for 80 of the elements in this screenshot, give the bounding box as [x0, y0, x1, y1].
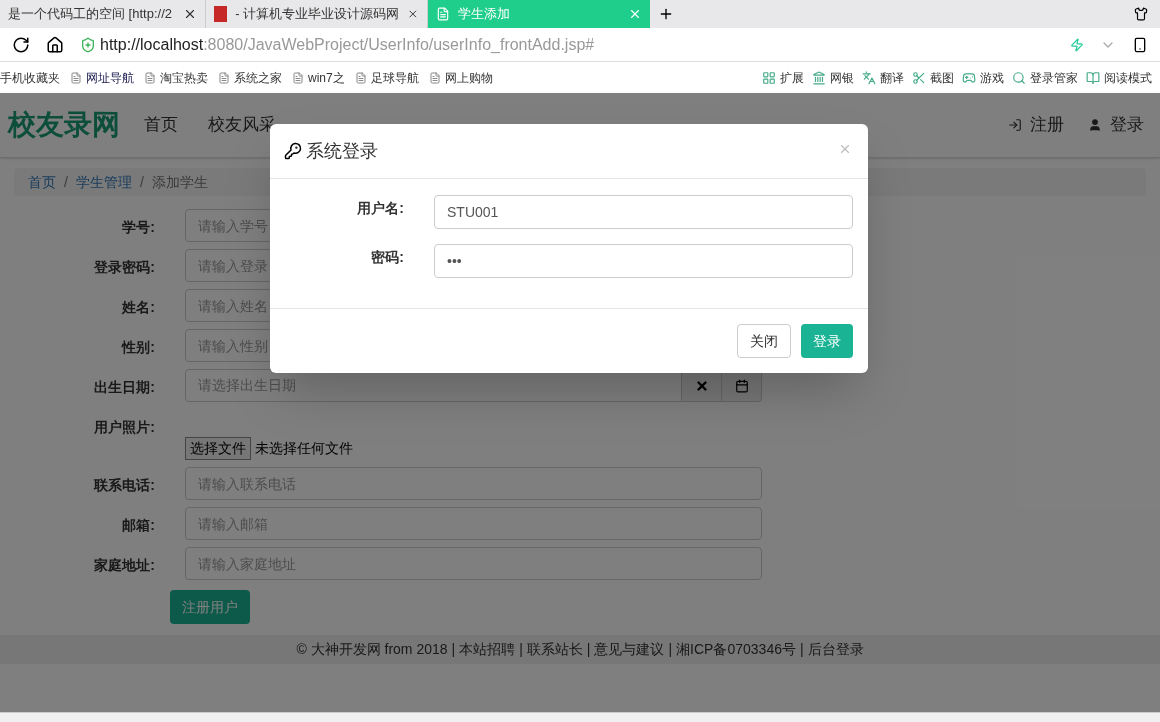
page-icon [354, 71, 367, 84]
toolbar-item[interactable]: 截图 [930, 68, 954, 87]
toolbar-item[interactable]: 游戏 [980, 68, 1004, 87]
toolbar-item[interactable]: 阅读模式 [1104, 68, 1152, 87]
sign-in-icon[interactable] [1008, 118, 1022, 132]
bank-icon[interactable] [812, 70, 826, 85]
field-label: 性别: [120, 338, 156, 357]
footer-link[interactable]: 后台登录 [807, 639, 864, 660]
lightning-icon[interactable] [1070, 37, 1084, 52]
bookmark-label[interactable]: 系统之家 [234, 68, 282, 87]
breadcrumb-separator: / [64, 172, 68, 192]
footer-link[interactable]: 湘ICP备0703346号 [676, 639, 796, 660]
footer-separator: | [668, 640, 673, 659]
field-label: 用户照片: [93, 418, 156, 437]
address-field[interactable]: http://localhost:8080/JavaWebProject/UserInfo/userInfo_frontAdd.jsp# [100, 32, 1054, 57]
bookmark-label[interactable]: 足球导航 [370, 68, 419, 87]
choose-file-button[interactable]: 选择文件 [185, 437, 251, 460]
bookmark-label[interactable]: win7之 [308, 68, 345, 87]
field-label: 出生日期: [93, 378, 156, 397]
bookmark-label[interactable]: 淘宝热卖 [160, 68, 208, 87]
home-icon[interactable] [46, 35, 64, 54]
footer-separator: | [519, 640, 523, 659]
field-label: 学号: [121, 218, 156, 237]
field-label: 密码: [370, 248, 404, 267]
favicon-icon [214, 6, 228, 22]
dialog-title: 系统登录 [306, 139, 378, 163]
footer-link[interactable]: 联系站长 [526, 639, 583, 660]
bookmark-label[interactable]: 网址导航 [86, 68, 134, 87]
gamepad-icon[interactable] [962, 70, 976, 85]
user-icon[interactable] [1088, 118, 1102, 132]
browser-tab[interactable]: 是一个代码工的空间 [http://2 [0, 0, 206, 28]
page-icon [218, 71, 230, 84]
field-label: 登录密码: [93, 258, 156, 277]
scissors-icon[interactable] [912, 70, 926, 85]
toolbar-item[interactable]: 网银 [830, 68, 854, 87]
page-icon [144, 71, 156, 84]
field-label: 姓名: [121, 298, 156, 317]
reload-icon[interactable] [12, 35, 30, 54]
nav-link[interactable]: 首页 [144, 112, 178, 138]
password-field[interactable]: ••• [434, 244, 853, 278]
close-icon[interactable] [407, 7, 419, 21]
field-label: 邮箱: [121, 516, 156, 535]
login-link[interactable]: 登录 [1088, 112, 1144, 138]
field-label: 用户名: [356, 199, 404, 218]
new-tab-icon[interactable] [658, 6, 674, 22]
grid-icon[interactable] [762, 70, 776, 85]
clear-icon[interactable] [694, 378, 709, 393]
toolbar-item[interactable]: 登录管家 [1030, 68, 1078, 87]
key-icon [284, 142, 302, 160]
phone-icon[interactable] [1132, 36, 1148, 53]
field-label: 家庭地址: [93, 556, 156, 575]
bookmark-label[interactable]: 手机收藏夹 [0, 68, 60, 87]
breadcrumb-item: 添加学生 [151, 172, 208, 192]
footer-separator: | [451, 640, 456, 659]
translate-icon[interactable] [862, 70, 876, 85]
footer-link[interactable]: 意见与建议 [594, 639, 665, 660]
footer-separator: | [586, 640, 591, 659]
username-field[interactable]: STU001 [434, 195, 853, 229]
shield-icon [80, 36, 96, 53]
bookmark-label[interactable]: 网上购物 [444, 68, 493, 87]
book-icon[interactable] [1086, 70, 1100, 85]
footer-separator: | [799, 640, 804, 659]
copyright-text: © 大神开发网 from 2018 [296, 640, 448, 659]
close-icon[interactable] [183, 7, 197, 21]
page-icon [436, 7, 450, 21]
calendar-icon[interactable] [734, 378, 749, 393]
page-icon [292, 71, 304, 84]
breadcrumb-separator: / [139, 172, 144, 192]
register-link[interactable]: 注册 [1008, 112, 1064, 138]
file-status: 未选择任何文件 [255, 439, 353, 458]
shirt-icon[interactable] [1134, 7, 1148, 21]
close-button[interactable]: 关闭 [737, 324, 791, 358]
toolbar-item[interactable]: 扩展 [780, 68, 804, 87]
toolbar-item[interactable]: 翻译 [880, 68, 904, 87]
field-label: 联系电话: [92, 476, 156, 495]
search-icon[interactable] [1012, 70, 1026, 85]
page-icon [70, 71, 82, 84]
page-icon [428, 71, 441, 84]
browser-tab[interactable]: - 计算机专业毕业设计源码网 [206, 0, 428, 28]
footer-link[interactable]: 本站招聘 [459, 639, 516, 660]
